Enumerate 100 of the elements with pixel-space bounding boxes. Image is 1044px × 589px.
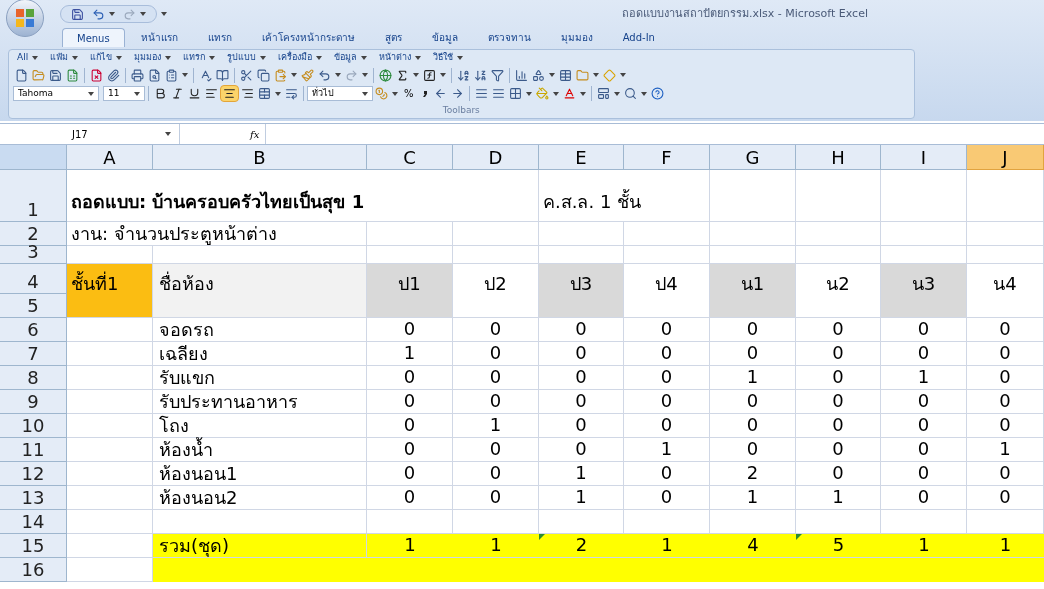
- help-button[interactable]: [648, 85, 666, 102]
- column-header[interactable]: F: [624, 145, 710, 170]
- caret-icon: [549, 73, 555, 77]
- table-cell: น3: [881, 264, 967, 318]
- row-header[interactable]: 3: [0, 246, 67, 264]
- row-header[interactable]: 15: [0, 534, 67, 558]
- row-header[interactable]: 9: [0, 390, 67, 414]
- ribbon-tab[interactable]: เค้าโครงหน้ากระดาษ: [247, 28, 369, 47]
- column-header[interactable]: A: [67, 145, 153, 170]
- row-header[interactable]: 10: [0, 414, 67, 438]
- table-cell: 0: [453, 390, 539, 414]
- table-cell: 0: [453, 342, 539, 366]
- column-header[interactable]: I: [881, 145, 967, 170]
- row-header[interactable]: 13: [0, 486, 67, 510]
- ribbon-tab[interactable]: มุมมอง: [546, 28, 607, 47]
- caret-icon: [613, 91, 620, 96]
- name-box[interactable]: J17: [0, 124, 180, 144]
- menu-item[interactable]: แฟ้ม: [50, 51, 79, 65]
- font-size-field[interactable]: 11: [103, 86, 145, 101]
- table-cell: 0: [967, 318, 1044, 342]
- diamond-button[interactable]: [601, 66, 628, 84]
- table-cell: 1: [367, 342, 453, 366]
- diamond-icon: [603, 68, 616, 82]
- menu-item[interactable]: วิธีใช้: [433, 51, 464, 65]
- table-cell: 1: [624, 438, 710, 462]
- row-header[interactable]: 16: [0, 558, 67, 582]
- table-cell: รวม(ชุด): [153, 534, 367, 558]
- ribbon-tab[interactable]: แทรก: [193, 28, 246, 47]
- fill-color-button[interactable]: [533, 85, 561, 102]
- align-button[interactable]: [220, 85, 239, 102]
- globe-button[interactable]: [377, 66, 394, 84]
- caret-icon: [593, 73, 599, 77]
- spell-check-icon: [199, 68, 212, 82]
- menu-item[interactable]: เครื่องมือ: [278, 51, 323, 65]
- table-cell: ป3: [539, 264, 624, 318]
- row-header[interactable]: 4: [0, 264, 67, 294]
- function-label[interactable]: fx: [250, 126, 260, 142]
- menu-item[interactable]: All: [17, 51, 39, 65]
- menu-item[interactable]: รูปแบบ: [227, 51, 267, 65]
- column-header[interactable]: J: [967, 145, 1044, 170]
- table-cell: 0: [453, 318, 539, 342]
- menu-item[interactable]: หน้าต่าง: [379, 51, 422, 65]
- table-cell: โถง: [153, 414, 367, 438]
- row-header[interactable]: 6: [0, 318, 67, 342]
- merge-button[interactable]: [256, 85, 283, 102]
- row-header[interactable]: 5: [0, 294, 67, 318]
- row-header[interactable]: 2: [0, 222, 67, 246]
- font-field[interactable]: Tahoma: [13, 86, 99, 101]
- group-label: Toolbars: [441, 104, 481, 117]
- chart-icon: [515, 68, 528, 82]
- caret-icon: [140, 12, 146, 16]
- caret-icon: [165, 132, 171, 136]
- ribbon-tab[interactable]: ข้อมูล: [417, 28, 472, 47]
- row-header[interactable]: 14: [0, 510, 67, 534]
- ribbon-tab[interactable]: Add-In: [608, 28, 669, 47]
- percent-button[interactable]: %: [400, 86, 418, 101]
- caret-icon: [32, 56, 39, 60]
- table-cell: 1: [710, 486, 796, 510]
- ribbon-tab[interactable]: ตรวจทาน: [473, 28, 545, 47]
- caret-icon: [335, 73, 341, 77]
- table-cell: 0: [796, 390, 881, 414]
- menu-item[interactable]: มุมมอง: [134, 51, 172, 65]
- table-cell: 0: [367, 486, 453, 510]
- caret-icon: [415, 56, 422, 60]
- table-cell: 1: [967, 438, 1044, 462]
- ribbon-tab[interactable]: สูตร: [370, 28, 416, 47]
- row-header[interactable]: 11: [0, 438, 67, 462]
- menu-item[interactable]: แทรก: [183, 51, 216, 65]
- office-logo-icon[interactable]: [6, 0, 44, 37]
- redo-icon: [345, 68, 358, 82]
- row-header[interactable]: 12: [0, 462, 67, 486]
- error-triangle-icon[interactable]: [539, 534, 545, 540]
- column-header[interactable]: H: [796, 145, 881, 170]
- column-header[interactable]: B: [153, 145, 367, 170]
- ribbon-tab[interactable]: หน้าแรก: [126, 28, 192, 47]
- copy-button[interactable]: [255, 66, 272, 84]
- print-button[interactable]: [129, 66, 146, 84]
- table-cell: 0: [624, 414, 710, 438]
- column-header[interactable]: G: [710, 145, 796, 170]
- coins-button[interactable]: [373, 85, 400, 102]
- row-header[interactable]: 7: [0, 342, 67, 366]
- menu-item[interactable]: แก้ไข: [90, 51, 123, 65]
- caret-icon: [275, 91, 281, 96]
- menu-item[interactable]: ข้อมูล: [334, 51, 368, 65]
- column-header[interactable]: C: [367, 145, 453, 170]
- table-cell: 0: [710, 342, 796, 366]
- row-header[interactable]: 8: [0, 366, 67, 390]
- column-header[interactable]: E: [539, 145, 624, 170]
- error-triangle-icon[interactable]: [796, 534, 802, 540]
- italic-icon: [171, 87, 184, 100]
- wrap-icon: [285, 87, 298, 100]
- align-icon: [205, 87, 218, 100]
- number-format-field[interactable]: ทั่วไป: [307, 86, 373, 101]
- save-icon: [49, 68, 62, 82]
- total-cell: 1: [624, 534, 710, 558]
- ribbon-tab[interactable]: Menus: [62, 28, 125, 47]
- window-title: ถอดแบบงานสถาปัตยกรรม.xlsx - Microsoft Excel: [622, 5, 868, 22]
- row-header[interactable]: 1: [0, 170, 67, 222]
- column-header[interactable]: D: [453, 145, 539, 170]
- attachment-button[interactable]: [105, 66, 122, 84]
